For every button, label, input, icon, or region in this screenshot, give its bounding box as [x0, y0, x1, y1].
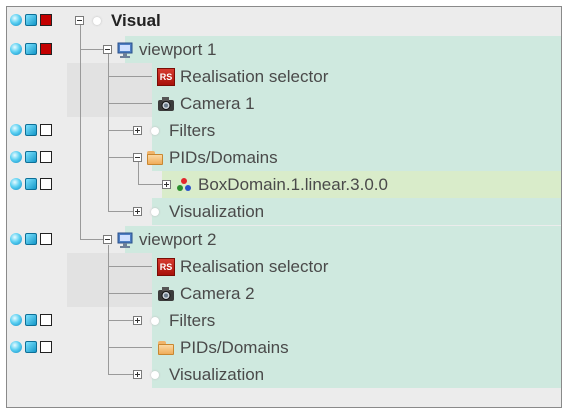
tree-row-pids-domains-2[interactable]: PIDs/Domains [7, 334, 561, 361]
row-controls [10, 233, 52, 245]
tree-connector-line [108, 320, 133, 321]
tree-connector-line [108, 293, 152, 294]
tree-row-visual[interactable]: Visual [7, 7, 561, 34]
select-checkbox-icon[interactable] [40, 14, 52, 26]
tree-connector-line [138, 162, 139, 184]
node-label-viewport-1: viewport 1 [139, 39, 217, 59]
tree-row-camera-1[interactable]: Camera 1 [7, 90, 561, 117]
expand-toggle-icon[interactable] [133, 207, 142, 216]
row-controls [10, 341, 52, 353]
monitor-icon [116, 231, 134, 249]
select-checkbox-icon[interactable] [40, 341, 52, 353]
tree-connector-line [108, 374, 133, 375]
expand-toggle-icon[interactable] [133, 370, 142, 379]
node-label-realisation-selector: Realisation selector [180, 66, 329, 86]
node-label-filters: Filters [169, 310, 216, 330]
folder-icon [146, 149, 164, 167]
render-cube-icon[interactable] [25, 178, 37, 190]
node-dot-icon [146, 312, 164, 330]
collapse-toggle-icon[interactable] [75, 16, 84, 25]
select-checkbox-icon[interactable] [40, 43, 52, 55]
render-cube-icon[interactable] [25, 341, 37, 353]
node-label-realisation-selector: Realisation selector [180, 256, 329, 276]
tree-connector-line [80, 239, 103, 240]
tree-row-realisation-selector-2[interactable]: RS Realisation selector [7, 253, 561, 280]
select-checkbox-icon[interactable] [40, 151, 52, 163]
node-dot-icon [146, 122, 164, 140]
collapse-toggle-icon[interactable] [133, 153, 142, 162]
row-controls [10, 124, 52, 136]
tree-connector-line [108, 211, 133, 212]
tree-row-boxdomain[interactable]: BoxDomain.1.linear.3.0.0 [7, 171, 561, 198]
row-controls [10, 43, 52, 55]
expand-toggle-icon[interactable] [133, 316, 142, 325]
node-label-camera: Camera 1 [180, 93, 255, 113]
camera-icon [157, 95, 175, 113]
select-checkbox-icon[interactable] [40, 233, 52, 245]
render-cube-icon[interactable] [25, 151, 37, 163]
tree-row-realisation-selector-1[interactable]: RS Realisation selector [7, 63, 561, 90]
visibility-sphere-icon[interactable] [10, 43, 22, 55]
render-cube-icon[interactable] [25, 233, 37, 245]
tree-row-visualization-2[interactable]: Visualization [7, 361, 561, 388]
tree-row-visualization-1[interactable]: Visualization [7, 198, 561, 225]
render-cube-icon[interactable] [25, 124, 37, 136]
node-label-filters: Filters [169, 120, 216, 140]
tree-row-pids-domains-1[interactable]: PIDs/Domains [7, 144, 561, 171]
node-label-pids-domains: PIDs/Domains [180, 337, 289, 357]
visibility-sphere-icon[interactable] [10, 178, 22, 190]
tree-connector-line [108, 245, 109, 375]
row-controls [10, 314, 52, 326]
row-controls [10, 151, 52, 163]
node-label-viewport-2: viewport 2 [139, 229, 217, 249]
tree-row-filters-1[interactable]: Filters [7, 117, 561, 144]
node-label-boxdomain: BoxDomain.1.linear.3.0.0 [198, 174, 388, 194]
node-dot-icon [88, 12, 106, 30]
node-label-visualization: Visualization [169, 201, 265, 221]
camera-icon [157, 285, 175, 303]
visibility-sphere-icon[interactable] [10, 151, 22, 163]
collapse-toggle-icon[interactable] [103, 235, 112, 244]
row-controls [10, 178, 52, 190]
node-label-pids-domains: PIDs/Domains [169, 147, 278, 167]
expand-toggle-icon[interactable] [162, 180, 171, 189]
visibility-sphere-icon[interactable] [10, 233, 22, 245]
node-label-visual: Visual [111, 10, 161, 30]
render-cube-icon[interactable] [25, 43, 37, 55]
tree-connector-line [80, 49, 103, 50]
render-cube-icon[interactable] [25, 314, 37, 326]
visibility-sphere-icon[interactable] [10, 14, 22, 26]
collapse-toggle-icon[interactable] [103, 45, 112, 54]
tree-connector-line [108, 103, 152, 104]
select-checkbox-icon[interactable] [40, 178, 52, 190]
rs-icon: RS [157, 67, 175, 86]
monitor-icon [116, 41, 134, 59]
tree-connector-line [108, 347, 152, 348]
visibility-sphere-icon[interactable] [10, 314, 22, 326]
expand-toggle-icon[interactable] [133, 126, 142, 135]
tree-connector-line [80, 25, 81, 240]
rgb-triangle-icon [175, 176, 193, 194]
visibility-sphere-icon[interactable] [10, 341, 22, 353]
rs-icon: RS [157, 257, 175, 276]
node-dot-icon [146, 366, 164, 384]
render-cube-icon[interactable] [25, 14, 37, 26]
node-label-visualization: Visualization [169, 364, 265, 384]
tree-row-camera-2[interactable]: Camera 2 [7, 280, 561, 307]
folder-icon [157, 339, 175, 357]
select-checkbox-icon[interactable] [40, 124, 52, 136]
tree-connector-line [138, 184, 162, 185]
tree-connector-line [108, 266, 152, 267]
visibility-sphere-icon[interactable] [10, 124, 22, 136]
row-controls [10, 14, 52, 26]
node-label-camera: Camera 2 [180, 283, 255, 303]
select-checkbox-icon[interactable] [40, 314, 52, 326]
tree-connector-line [108, 54, 109, 212]
node-dot-icon [146, 203, 164, 221]
tree-connector-line [108, 130, 133, 131]
tree-connector-line [108, 76, 152, 77]
visual-tree-panel: Visual viewport 1 RS Realisation selecto… [6, 6, 562, 408]
tree-row-filters-2[interactable]: Filters [7, 307, 561, 334]
tree-connector-line [108, 157, 133, 158]
